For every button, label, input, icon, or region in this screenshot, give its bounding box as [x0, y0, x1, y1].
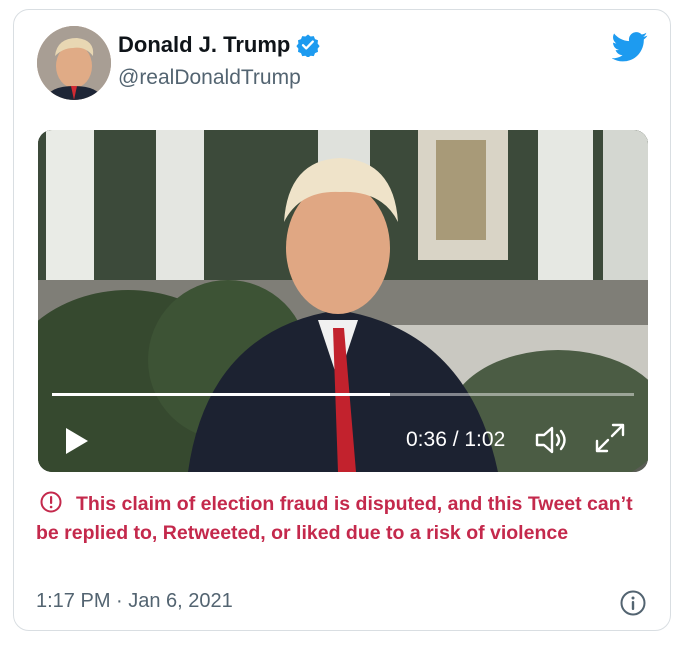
- notice-text: This claim of election fraud is disputed…: [36, 493, 633, 544]
- video-progress-bar[interactable]: [52, 393, 634, 396]
- video-player[interactable]: 0:36 / 1:02: [38, 130, 648, 472]
- volume-icon[interactable]: [534, 424, 570, 456]
- verified-badge-icon: [296, 34, 320, 57]
- tweet-card[interactable]: Donald J. Trump @realDonaldTrump 0:36 / …: [13, 9, 671, 631]
- twitter-bird-icon[interactable]: [612, 32, 648, 62]
- tweet-timestamp[interactable]: 1:17 PM · Jan 6, 2021: [36, 590, 233, 613]
- avatar[interactable]: [37, 26, 111, 100]
- alert-circle-icon: [40, 491, 62, 513]
- play-icon[interactable]: [64, 426, 90, 456]
- fullscreen-icon[interactable]: [594, 422, 626, 454]
- video-time: 0:36 / 1:02: [406, 428, 506, 451]
- video-frame: [38, 130, 648, 472]
- info-icon[interactable]: [620, 590, 646, 616]
- author-name[interactable]: Donald J. Trump: [118, 32, 320, 58]
- author-handle[interactable]: @realDonaldTrump: [118, 66, 301, 90]
- video-progress-fill: [52, 393, 390, 396]
- disputed-claim-notice[interactable]: This claim of election fraud is disputed…: [36, 490, 646, 548]
- author-name-text[interactable]: Donald J. Trump: [118, 32, 290, 58]
